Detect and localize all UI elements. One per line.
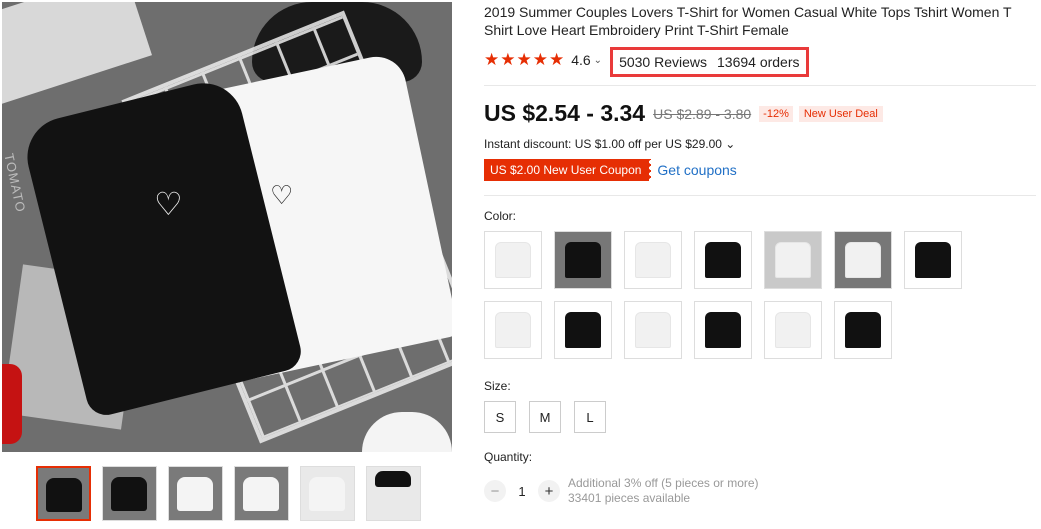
heart-icon: ♡ — [270, 180, 294, 210]
main-product-image[interactable]: ♡ ♡ TOMATO — [2, 2, 452, 452]
reviews-link[interactable]: 5030 Reviews — [619, 54, 707, 70]
color-swatch-1[interactable] — [484, 231, 542, 289]
size-l-button[interactable]: L — [574, 401, 606, 433]
rating-value[interactable]: 4.6 — [571, 52, 590, 68]
sneaker-decor — [362, 412, 452, 452]
coupon-row: US $2.00 New User Coupon Get coupons — [484, 159, 1036, 181]
get-coupons-link[interactable]: Get coupons — [657, 162, 736, 178]
size-options: S M L — [484, 401, 1036, 433]
reviews-orders-highlight: 5030 Reviews 13694 orders — [610, 47, 809, 77]
divider — [484, 195, 1036, 196]
price-row: US $2.54 - 3.34 US $2.89 - 3.80 -12% New… — [484, 100, 1036, 127]
divider — [484, 85, 1036, 86]
thumbnail-5[interactable] — [300, 466, 355, 521]
quantity-minus-button[interactable]: − — [484, 480, 506, 502]
rating-row: ★★★★★ 4.6 ⌄ 5030 Reviews 13694 orders — [484, 47, 1036, 77]
red-object-decor — [2, 364, 22, 444]
color-label: Color: — [484, 209, 517, 223]
bulk-discount-note: Additional 3% off (5 pieces or more) — [568, 476, 759, 490]
sleeve-print-text: TOMATO — [2, 152, 29, 214]
color-swatch-6[interactable] — [834, 231, 892, 289]
magazine-decor — [2, 2, 152, 105]
color-swatch-5[interactable] — [764, 231, 822, 289]
thumbnail-4[interactable] — [234, 466, 289, 521]
quantity-input[interactable]: 1 — [506, 484, 538, 499]
quantity-note: Additional 3% off (5 pieces or more) 334… — [568, 476, 759, 506]
color-swatch-9[interactable] — [554, 301, 612, 359]
product-info-panel: 2019 Summer Couples Lovers T-Shirt for W… — [484, 0, 1036, 506]
instant-discount[interactable]: Instant discount: US $1.00 off per US $2… — [484, 137, 1036, 151]
color-swatch-7[interactable] — [904, 231, 962, 289]
color-swatch-11[interactable] — [694, 301, 752, 359]
size-label: Size: — [484, 379, 511, 393]
size-s-button[interactable]: S — [484, 401, 516, 433]
color-swatch-2[interactable] — [554, 231, 612, 289]
stock-available: 33401 pieces available — [568, 491, 691, 505]
thumbnail-1[interactable] — [36, 466, 91, 521]
new-user-coupon: US $2.00 New User Coupon — [484, 159, 652, 181]
current-price: US $2.54 - 3.34 — [484, 100, 646, 126]
color-swatch-4[interactable] — [694, 231, 752, 289]
color-swatch-10[interactable] — [624, 301, 682, 359]
chevron-down-icon[interactable]: ⌄ — [594, 55, 602, 66]
star-rating-icon: ★★★★★ — [484, 50, 566, 69]
size-m-button[interactable]: M — [529, 401, 561, 433]
color-swatch-12[interactable] — [764, 301, 822, 359]
thumbnail-strip — [36, 466, 421, 521]
thumbnail-6[interactable] — [366, 466, 421, 521]
quantity-plus-button[interactable]: + — [538, 480, 560, 502]
product-title: 2019 Summer Couples Lovers T-Shirt for W… — [484, 4, 1012, 38]
heart-icon: ♡ — [154, 186, 183, 222]
thumbnail-2[interactable] — [102, 466, 157, 521]
new-user-deal-badge: New User Deal — [798, 105, 883, 122]
orders-count: 13694 orders — [717, 54, 800, 70]
color-options — [484, 231, 1036, 359]
color-swatch-3[interactable] — [624, 231, 682, 289]
quantity-label: Quantity: — [484, 450, 533, 464]
color-swatch-13[interactable] — [834, 301, 892, 359]
quantity-stepper: − 1 + Additional 3% off (5 pieces or mor… — [484, 476, 1036, 506]
thumbnail-3[interactable] — [168, 466, 223, 521]
color-swatch-8[interactable] — [484, 301, 542, 359]
discount-percent-badge: -12% — [759, 105, 793, 122]
original-price: US $2.89 - 3.80 — [653, 105, 752, 122]
